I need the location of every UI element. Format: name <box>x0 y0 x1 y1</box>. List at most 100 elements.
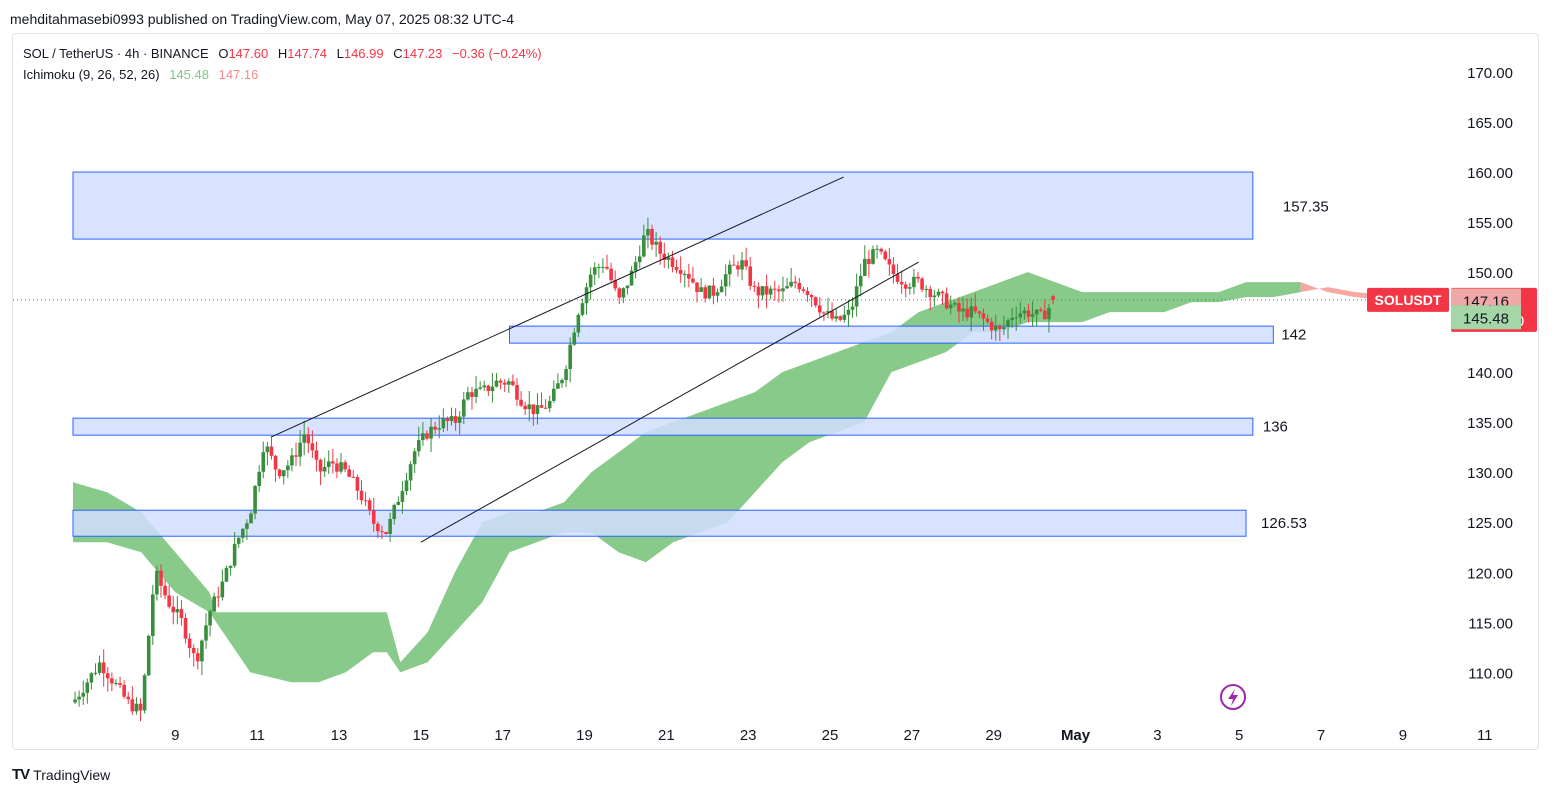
lightning-icon-bolt <box>1228 689 1238 706</box>
candle-body-29 <box>191 648 196 654</box>
candle-body-10 <box>114 683 118 685</box>
candle-body-140 <box>646 228 650 236</box>
candle-body-206 <box>916 276 920 279</box>
candle-body-159 <box>723 274 728 287</box>
x-tick-label-6: 21 <box>658 727 675 744</box>
candle-body-225 <box>993 325 998 331</box>
candle-body-27 <box>183 618 188 639</box>
candle-body-78 <box>392 504 397 520</box>
y-tick-label-10: 160.00 <box>1467 165 1513 182</box>
candle-body-192 <box>858 275 863 287</box>
candle-body-21 <box>159 570 163 586</box>
candle-body-141 <box>650 228 654 245</box>
candle-body-28 <box>187 638 192 649</box>
candle-body-26 <box>179 609 184 619</box>
candle-body-53 <box>290 455 294 466</box>
candle-body-46 <box>261 452 266 472</box>
candle-body-155 <box>707 285 712 299</box>
candle-body-176 <box>793 281 798 284</box>
zone-label-3: 126.53 <box>1261 515 1307 532</box>
candle-body-15 <box>134 703 139 712</box>
candle-body-94 <box>457 416 462 423</box>
candle-body-115 <box>543 407 548 409</box>
candle-body-31 <box>200 640 204 662</box>
candle-body-211 <box>936 291 941 296</box>
candle-body-117 <box>552 388 556 401</box>
candle-body-232 <box>1022 310 1027 314</box>
candle-body-34 <box>212 596 216 612</box>
candle-body-68 <box>351 476 356 478</box>
candle-body-83 <box>412 451 417 465</box>
candle-body-43 <box>249 513 253 524</box>
candle-body-166 <box>752 285 757 287</box>
candle-body-185 <box>830 311 834 319</box>
candle-body-23 <box>167 595 171 607</box>
candle-body-70 <box>359 490 364 501</box>
candle-body-19 <box>150 594 155 636</box>
y-tick-label-4: 130.00 <box>1467 465 1513 482</box>
x-tick-label-11: May <box>1061 727 1091 744</box>
candle-body-224 <box>989 321 994 331</box>
candle-body-197 <box>879 248 883 252</box>
candle-body-39 <box>232 543 237 566</box>
candle-body-56 <box>302 434 306 443</box>
candle-body-4 <box>89 673 94 683</box>
candle-body-177 <box>797 283 802 290</box>
y-tick-label-9: 155.00 <box>1467 215 1513 232</box>
candle-body-24 <box>171 606 176 613</box>
candle-body-163 <box>740 260 744 270</box>
candle-body-220 <box>973 306 978 312</box>
candle-body-85 <box>421 433 425 441</box>
candle-body-42 <box>245 523 249 529</box>
candle-body-236 <box>1038 309 1043 311</box>
candle-body-212 <box>940 291 945 294</box>
brand: TV TradingView <box>12 766 110 783</box>
indicator-name: Ichimoku (9, 26, 52, 26) <box>23 67 160 82</box>
candle-body-128 <box>597 267 601 269</box>
candle-body-215 <box>953 303 957 305</box>
symbol-label[interactable]: SOL / TetherUS · 4h · BINANCE <box>23 46 209 61</box>
zone-1 <box>508 325 1274 344</box>
ohlc-legend: SOL / TetherUS · 4h · BINANCE O147.60 H1… <box>23 46 542 61</box>
candle-body-239 <box>1051 296 1055 300</box>
indicator-legend[interactable]: Ichimoku (9, 26, 52, 26) 145.48 147.16 <box>23 67 258 82</box>
candle-body-150 <box>687 273 691 279</box>
price-chart[interactable]: 157.35 142 136 126.53 110.00 115.00 120.00 125.… <box>0 0 1554 798</box>
candle-body-107 <box>511 381 515 386</box>
candle-body-133 <box>617 288 622 298</box>
candle-body-80 <box>400 491 405 502</box>
candle-body-16 <box>138 703 143 711</box>
candle-body-186 <box>834 316 838 319</box>
candle-body-116 <box>547 400 552 409</box>
candle-body-75 <box>380 531 384 533</box>
candle-body-96 <box>466 392 470 400</box>
candle-body-64 <box>335 463 339 472</box>
y-tick-label-8: 150.00 <box>1467 265 1513 282</box>
x-tick-label-0: 9 <box>171 727 179 744</box>
candle-body-66 <box>343 462 347 470</box>
y-tick-label-11: 165.00 <box>1467 115 1513 132</box>
candle-body-165 <box>748 266 753 286</box>
candle-body-99 <box>478 387 482 389</box>
candle-body-95 <box>461 399 466 417</box>
candle-body-164 <box>744 260 748 267</box>
open-value: 147.60 <box>228 46 269 61</box>
candle-body-7 <box>101 662 106 674</box>
candle-body-193 <box>863 258 867 276</box>
lightning-icon[interactable] <box>1220 684 1246 710</box>
candle-body-100 <box>482 385 487 388</box>
candle-body-137 <box>633 262 638 271</box>
candle-body-175 <box>789 281 793 287</box>
candle-body-6 <box>97 662 102 673</box>
high-label: H <box>277 46 288 61</box>
candle-body-181 <box>813 297 818 306</box>
candle-body-67 <box>347 469 352 477</box>
candle-body-214 <box>948 304 953 309</box>
x-tick-label-13: 5 <box>1235 727 1243 744</box>
candle-body-61 <box>322 466 327 472</box>
x-tick-label-16: 11 <box>1477 727 1493 744</box>
candle-body-218 <box>965 308 969 318</box>
candle-body-146 <box>670 257 675 267</box>
candle-body-125 <box>584 287 589 304</box>
candle-body-79 <box>396 501 401 505</box>
